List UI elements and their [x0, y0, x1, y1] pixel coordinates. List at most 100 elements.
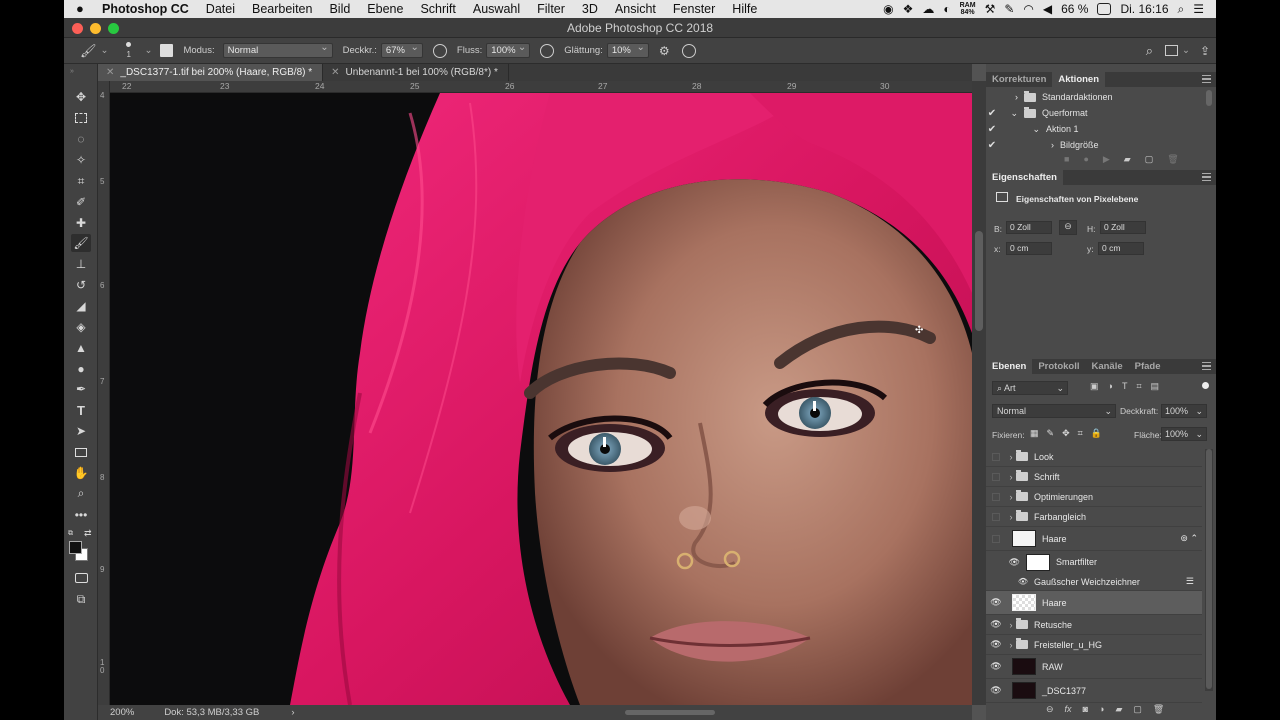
blend-mode-dropdown[interactable]: Normal ⌄	[992, 404, 1116, 418]
tool-preset-chevron-icon[interactable]: ⌄	[101, 45, 109, 56]
brush-tool-icon[interactable]: 🖌	[80, 43, 97, 59]
workspace-chevron-icon[interactable]: ⌄	[1182, 45, 1190, 56]
layer-row[interactable]: Haare ⊚ ⌃	[986, 527, 1202, 551]
adjustment-layer-icon[interactable]: ◑	[1099, 704, 1104, 715]
lasso-tool-icon[interactable]: ◌	[71, 130, 91, 148]
apple-icon[interactable]: ●	[76, 2, 90, 16]
filter-type-icon[interactable]: T	[1122, 381, 1128, 392]
action-row[interactable]: ✔ ⌄ Aktion 1	[986, 121, 1206, 137]
eraser-tool-icon[interactable]: ◢	[71, 297, 91, 315]
airbrush-icon[interactable]	[540, 43, 555, 58]
layer-row[interactable]: › Schrift	[986, 467, 1202, 487]
menu-bearbeiten[interactable]: Bearbeiten	[252, 2, 312, 16]
fill-field[interactable]: 100% ⌄	[1161, 427, 1207, 441]
visibility-toggle[interactable]	[986, 512, 1006, 521]
lock-position-icon[interactable]: ✥	[1062, 428, 1070, 439]
panel-menu-icon[interactable]	[1202, 362, 1211, 370]
close-tab-icon[interactable]: ✕	[106, 67, 114, 78]
layers-scrollbar[interactable]	[1205, 449, 1213, 691]
canvas-vertical-scrollbar[interactable]	[972, 81, 986, 705]
link-icon[interactable]: ⊖	[1059, 220, 1077, 235]
mode-dropdown[interactable]: Normal	[222, 41, 333, 58]
stop-icon[interactable]: ■	[1064, 154, 1069, 165]
eye-menu-icon[interactable]: ◐	[943, 2, 950, 16]
search-icon[interactable]: ⌕	[1146, 43, 1153, 59]
filter-visibility-icon[interactable]: 👁	[986, 577, 1034, 586]
record-action-icon[interactable]: ●	[1083, 154, 1088, 165]
panel-menu-icon[interactable]	[1202, 173, 1211, 181]
layer-row[interactable]: › Farbangleich	[986, 507, 1202, 527]
menu-3d[interactable]: 3D	[582, 2, 598, 16]
menu-ebene[interactable]: Ebene	[367, 2, 403, 16]
workspace-icon[interactable]	[1164, 45, 1178, 56]
filter-pixel-icon[interactable]: ▣	[1090, 381, 1099, 392]
lock-all-icon[interactable]: 🔒	[1091, 428, 1102, 439]
opacity-dropdown[interactable]: 67%	[380, 41, 423, 58]
edit-toolbar-icon[interactable]: •••	[71, 506, 91, 524]
hand-tool-icon[interactable]: ✋	[71, 464, 91, 482]
filter-smart-icon[interactable]: ▤	[1151, 381, 1160, 392]
pen-menu-icon[interactable]: ✎	[1004, 2, 1014, 16]
action-row[interactable]: ✔ › Bildgröße	[986, 137, 1206, 153]
eye-icon[interactable]: 👁	[986, 685, 1006, 696]
height-field[interactable]: 0 Zoll	[1100, 221, 1146, 234]
menu-datei[interactable]: Datei	[206, 2, 235, 16]
dodge-tool-icon[interactable]: ●	[71, 360, 91, 378]
tab-eigenschaften[interactable]: Eigenschaften	[986, 170, 1063, 185]
blur-tool-icon[interactable]: ▲	[71, 339, 91, 357]
layer-row-selected[interactable]: 👁 Haare	[986, 591, 1202, 615]
screen-mode-icon[interactable]: ⧉	[71, 590, 91, 608]
notification-center-icon[interactable]: ☰	[1193, 2, 1204, 16]
layer-row[interactable]: 👁 Smartfilter	[986, 551, 1202, 573]
layer-row[interactable]: › Optimierungen	[986, 487, 1202, 507]
smoothing-dropdown[interactable]: 10%	[606, 41, 649, 58]
smart-object-link-icon[interactable]: ⊚ ⌃	[1180, 533, 1198, 544]
delete-layer-icon[interactable]: 🗑	[1153, 704, 1164, 715]
foreground-color-swatch[interactable]	[69, 541, 82, 554]
collapse-icon[interactable]: »	[70, 68, 74, 75]
type-tool-icon[interactable]: T	[71, 401, 91, 419]
filter-blending-options-icon[interactable]: ☰	[1186, 576, 1194, 587]
brush-settings-icon[interactable]	[160, 44, 174, 57]
pressure-size-icon[interactable]	[681, 43, 696, 58]
record-icon[interactable]: ◉	[883, 2, 893, 16]
horizontal-ruler[interactable]: 22 23 24 25 26 27 28 29 30	[110, 81, 972, 93]
close-tab-icon[interactable]: ✕	[331, 67, 339, 78]
new-layer-icon[interactable]: ▢	[1133, 704, 1142, 715]
flow-dropdown[interactable]: 100%	[486, 41, 531, 58]
brush-tool-selected-icon[interactable]: 🖌	[71, 234, 91, 252]
new-set-icon[interactable]: ▰	[1124, 154, 1131, 165]
play-icon[interactable]: ▶	[1103, 154, 1110, 165]
share-icon[interactable]: ⇪	[1200, 44, 1210, 58]
tab-document-2[interactable]: ✕ Unbenannt-1 bei 100% (RGB/8*) *	[323, 64, 509, 81]
panel-menu-icon[interactable]	[1202, 75, 1211, 83]
dropbox-icon[interactable]: ❖	[903, 2, 914, 16]
delete-action-icon[interactable]: 🗑	[1167, 154, 1178, 165]
add-mask-icon[interactable]: ◙	[1083, 704, 1088, 715]
link-layers-icon[interactable]: ⊖	[1046, 704, 1054, 715]
layer-row[interactable]: 👁 _DSC1377	[986, 679, 1202, 703]
eye-icon[interactable]: 👁	[986, 661, 1006, 672]
lock-artboard-icon[interactable]: ⌗	[1078, 428, 1083, 439]
width-field[interactable]: 0 Zoll	[1006, 221, 1052, 234]
brush-preset-picker[interactable]: 1	[120, 41, 144, 61]
spotlight-icon[interactable]: ⌕	[1178, 2, 1185, 17]
pressure-opacity-icon[interactable]	[432, 43, 447, 58]
visibility-toggle[interactable]	[986, 472, 1006, 481]
eyedropper-tool-icon[interactable]: ✐	[71, 193, 91, 211]
menu-fenster[interactable]: Fenster	[673, 2, 715, 16]
filter-adjustment-icon[interactable]: ◑	[1108, 381, 1113, 392]
swap-colors-icon[interactable]: ⇄	[84, 528, 92, 539]
paint-bucket-tool-icon[interactable]: ◈	[71, 318, 91, 336]
layer-row[interactable]: 👁 › Freisteller_u_HG	[986, 635, 1202, 655]
eye-icon[interactable]: 👁	[986, 597, 1006, 608]
check-icon[interactable]: ✔	[986, 124, 998, 135]
default-colors-icon[interactable]: ⧉	[68, 530, 73, 538]
move-tool-icon[interactable]: ✥	[71, 88, 91, 106]
check-icon[interactable]: ✔	[986, 140, 998, 151]
layer-row[interactable]: 👁 › Retusche	[986, 615, 1202, 635]
fx-icon[interactable]: fx	[1065, 704, 1072, 715]
x-field[interactable]: 0 cm	[1006, 242, 1052, 255]
layer-row[interactable]: 👁 RAW	[986, 655, 1202, 679]
volume-icon[interactable]: ◀	[1043, 2, 1052, 16]
